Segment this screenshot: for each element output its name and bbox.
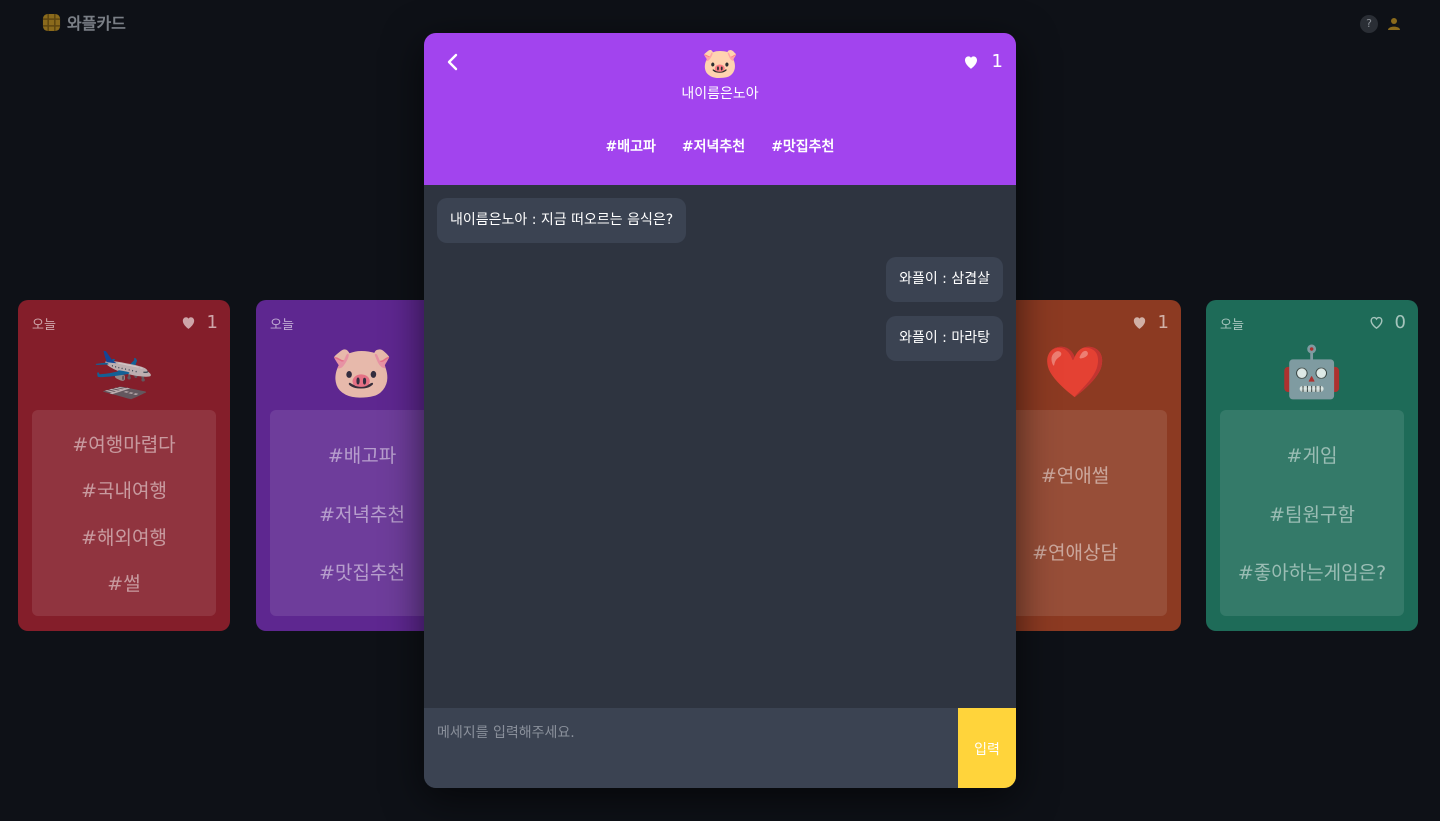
chat-modal: 🐷 내이름은노아 1 #배고파 #저녁추천 #맛집추천 내이름은노아 : 지금 … bbox=[424, 33, 1016, 788]
card-date: 오늘 bbox=[1220, 318, 1244, 333]
card-tag: #여행마렵다 bbox=[72, 433, 176, 456]
help-icon[interactable]: ? bbox=[1360, 15, 1378, 33]
card-like[interactable]: 1 bbox=[180, 312, 218, 333]
logo[interactable]: 와플카드 bbox=[42, 10, 126, 34]
card-tag: #팀원구함 bbox=[1269, 503, 1355, 526]
message-input[interactable] bbox=[424, 708, 958, 788]
card-tag-box: #게임 #팀원구함 #좋아하는게임은? bbox=[1220, 410, 1404, 616]
card-like-count: 1 bbox=[1157, 312, 1169, 333]
card-tag: #연애상담 bbox=[1032, 542, 1118, 565]
room-like[interactable]: 1 bbox=[962, 51, 1003, 72]
card-like[interactable]: 1 bbox=[1131, 312, 1169, 333]
user-icon[interactable] bbox=[1386, 16, 1402, 32]
room-tags: #배고파 #저녁추천 #맛집추천 bbox=[424, 136, 1016, 156]
card-tag: #게임 bbox=[1286, 445, 1338, 468]
robot-emoji: 🤖 bbox=[1280, 343, 1344, 401]
card-tag: #맛집추천 bbox=[319, 561, 405, 584]
chat-message-sent: 와플이 : 마라탕 bbox=[886, 316, 1003, 361]
room-tag: #맛집추천 bbox=[771, 139, 835, 155]
chat-message-sent: 와플이 : 삼겹살 bbox=[886, 257, 1003, 302]
chat-message-list[interactable]: 내이름은노아 : 지금 떠오르는 음식은? 와플이 : 삼겹살 와플이 : 마라… bbox=[424, 185, 1016, 708]
card-date: 오늘 bbox=[270, 318, 294, 333]
card-tag: #저녁추천 bbox=[319, 503, 405, 526]
room-name: 내이름은노아 bbox=[681, 86, 759, 102]
card-date: 오늘 bbox=[32, 318, 56, 333]
heart-filled-icon[interactable] bbox=[1131, 314, 1148, 331]
card-tag: #썰 bbox=[107, 573, 141, 596]
card-like-count: 0 bbox=[1394, 312, 1406, 333]
card-tag: #배고파 bbox=[327, 445, 397, 468]
waffle-logo-icon bbox=[42, 13, 61, 31]
room-pig-emoji: 🐷 bbox=[701, 46, 739, 80]
chat-message-received: 내이름은노아 : 지금 떠오르는 음식은? bbox=[437, 198, 687, 243]
topic-card-game[interactable]: 오늘 0 🤖 #게임 #팀원구함 #좋아하는게임은? bbox=[1206, 300, 1418, 631]
heart-filled-icon[interactable] bbox=[180, 314, 197, 331]
card-like-count: 1 bbox=[206, 312, 218, 333]
card-tag: #연애썰 bbox=[1040, 464, 1110, 487]
heart-filled-icon[interactable] bbox=[962, 53, 980, 71]
card-like[interactable]: 0 bbox=[1368, 312, 1406, 333]
logo-text: 와플카드 bbox=[67, 14, 126, 33]
room-tag: #배고파 bbox=[605, 139, 656, 155]
room-like-count: 1 bbox=[991, 51, 1003, 72]
heart-outline-icon[interactable] bbox=[1368, 314, 1385, 331]
topic-card-travel[interactable]: 오늘 1 🛬 #여행마렵다 #국내여행 #해외여행 #썰 bbox=[18, 300, 230, 631]
airplane-emoji: 🛬 bbox=[92, 343, 156, 401]
chat-header: 🐷 내이름은노아 1 #배고파 #저녁추천 #맛집추천 bbox=[424, 33, 1016, 185]
card-tag: #국내여행 bbox=[81, 480, 167, 503]
message-composer: 입력 bbox=[424, 708, 1016, 788]
card-tag-box: #여행마렵다 #국내여행 #해외여행 #썰 bbox=[32, 410, 216, 616]
card-tag: #해외여행 bbox=[81, 526, 167, 549]
room-tag: #저녁추천 bbox=[681, 139, 746, 155]
send-button[interactable]: 입력 bbox=[958, 708, 1016, 788]
card-tag: #좋아하는게임은? bbox=[1237, 561, 1387, 584]
